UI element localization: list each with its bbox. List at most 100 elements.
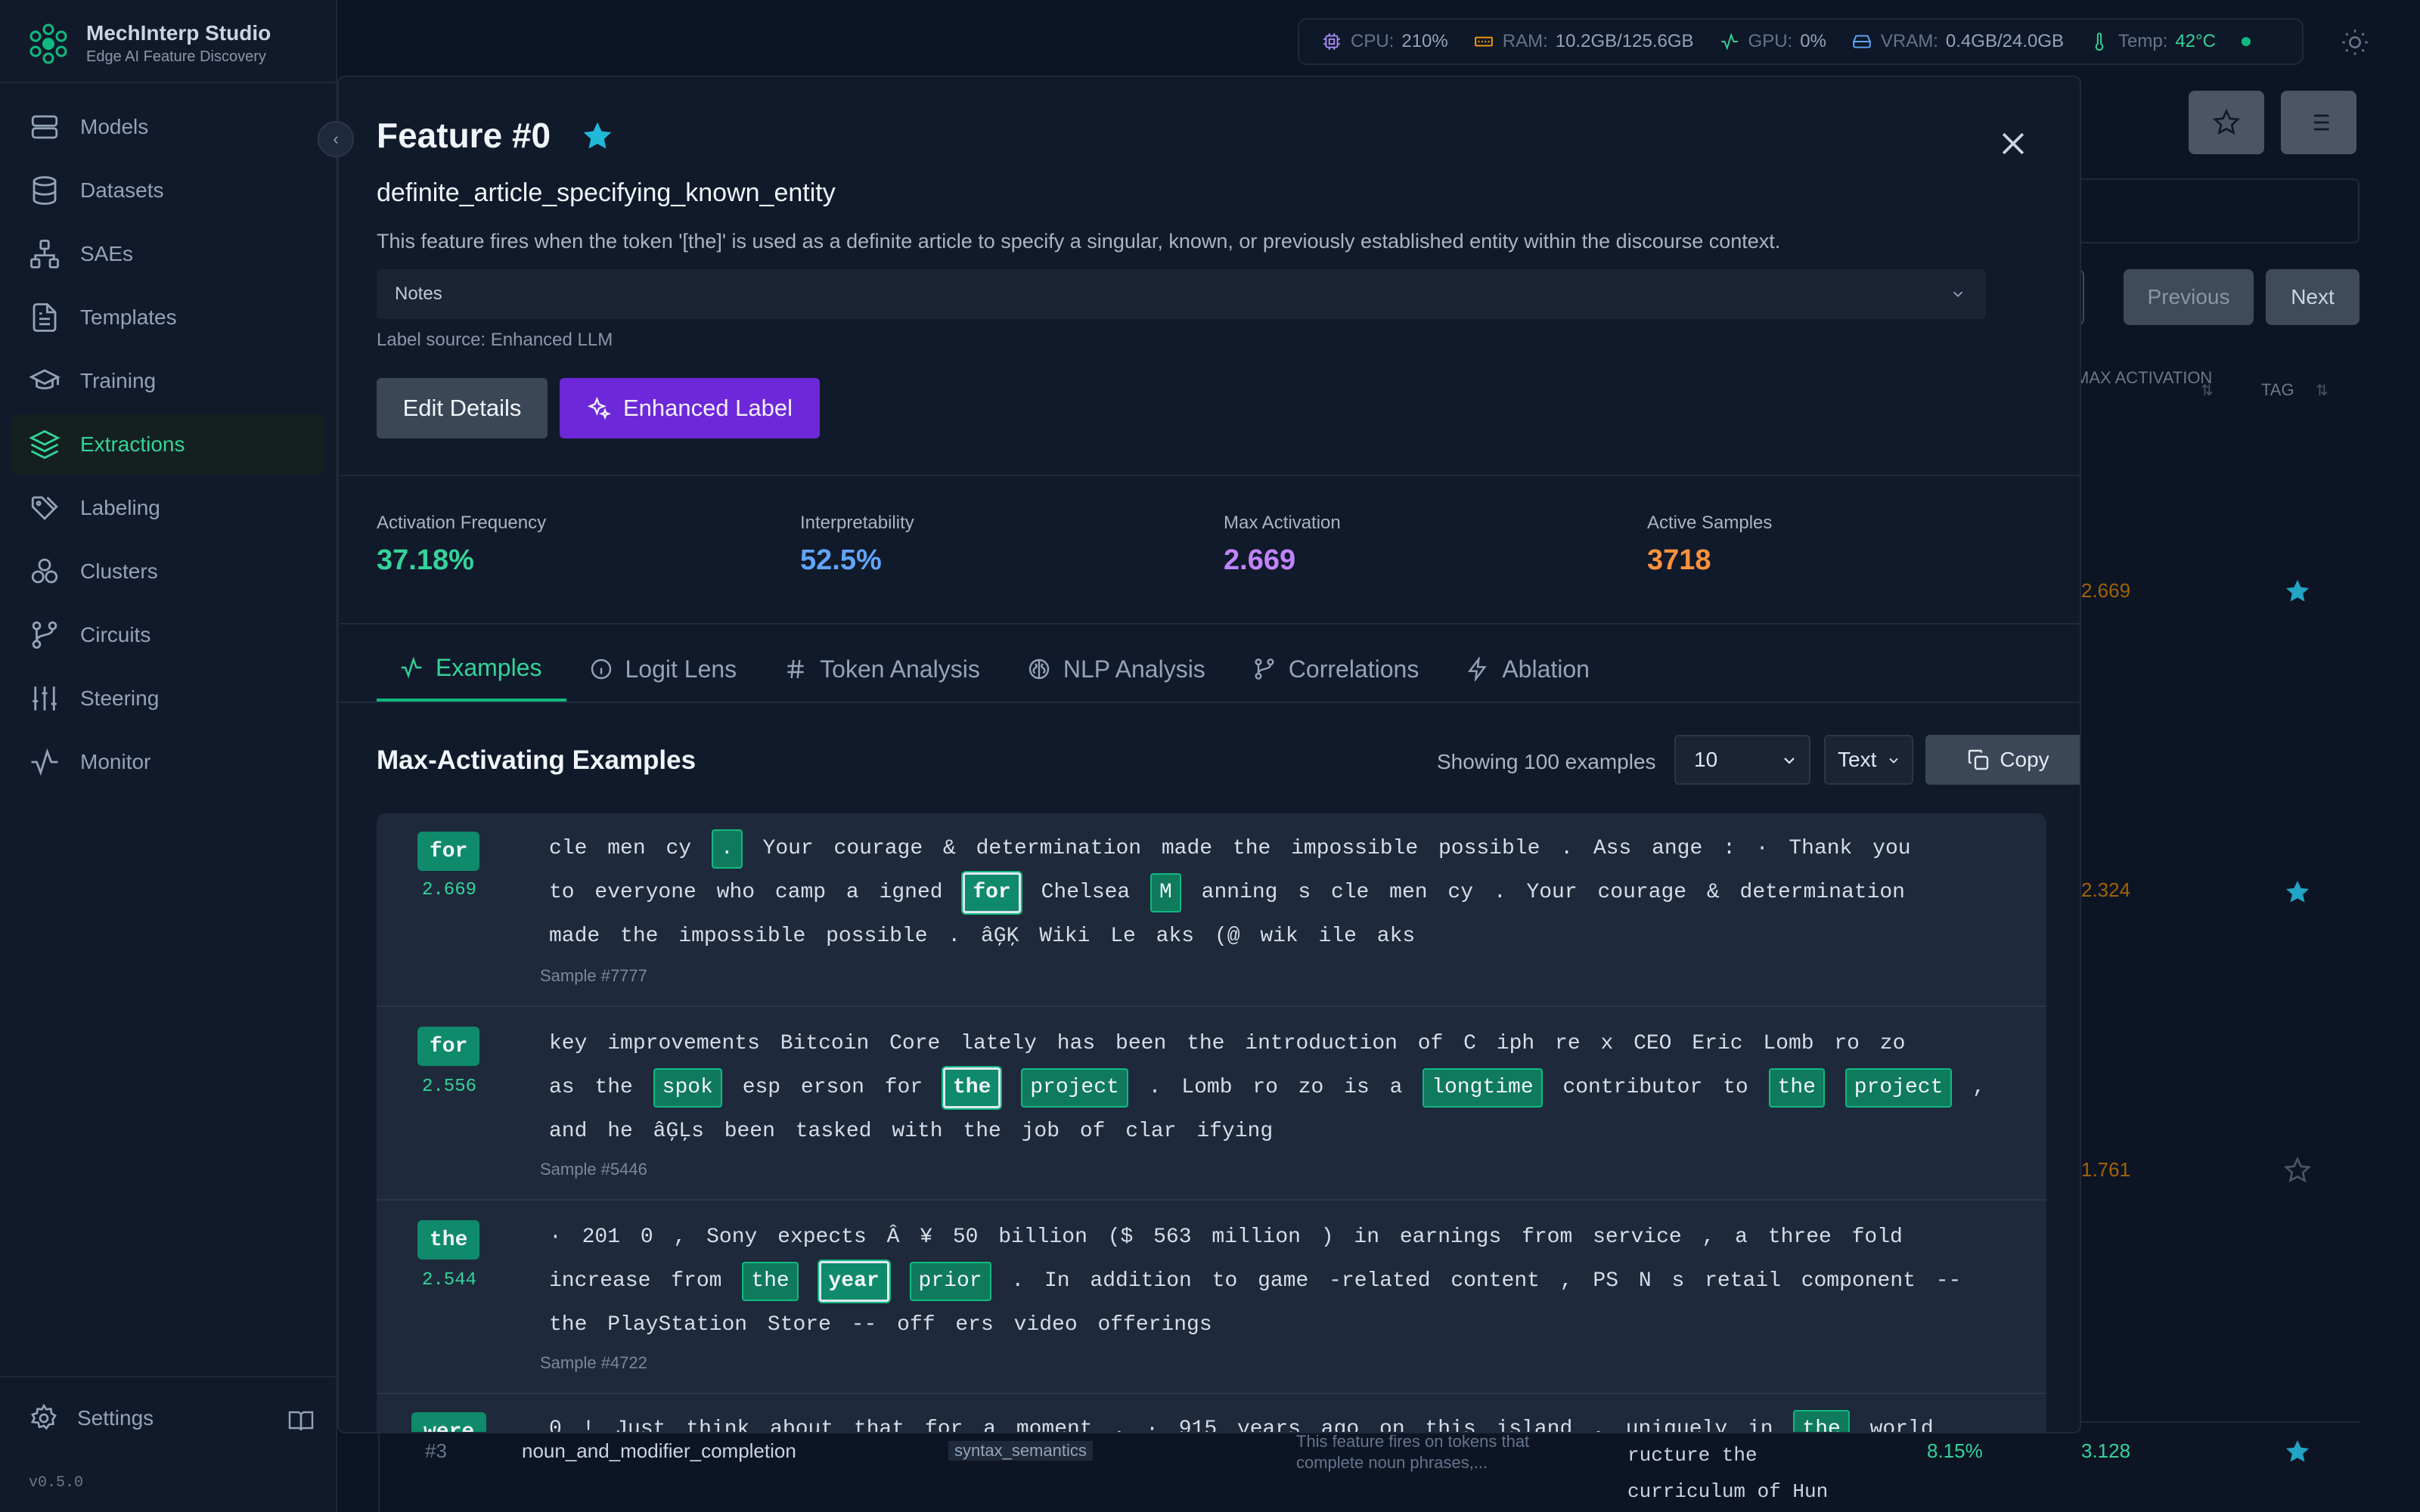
star-filled-icon[interactable] <box>2284 578 2311 605</box>
sidebar-item-extractions[interactable]: Extractions <box>12 414 324 475</box>
list-icon <box>2308 114 2329 131</box>
sidebar-item-saes[interactable]: SAEs <box>12 224 324 284</box>
highlighted-token[interactable]: prior <box>909 1262 991 1301</box>
peak-token[interactable]: the <box>942 1067 1001 1108</box>
tab-token-analysis[interactable]: Token Analysis <box>761 637 1004 702</box>
example-row[interactable]: were 0 ! Just think about that for a mom… <box>377 1394 2046 1433</box>
token: island <box>1496 1418 1573 1433</box>
vram-stat: VRAM: 0.4GB/24.0GB <box>1852 31 2064 52</box>
token: everyone <box>594 881 697 904</box>
hash-icon <box>787 659 804 679</box>
sidebar-item-steering[interactable]: Steering <box>12 668 324 729</box>
status-indicator-dot <box>2242 37 2251 46</box>
book-icon[interactable] <box>287 1408 315 1435</box>
tabs-divider <box>339 702 2080 703</box>
sidebar-item-circuits[interactable]: Circuits <box>12 605 324 665</box>
notes-dropdown[interactable]: Notes <box>377 269 1986 319</box>
sidebar-item-labeling[interactable]: Labeling <box>12 478 324 538</box>
highlighted-token[interactable]: the <box>1793 1410 1850 1432</box>
sidebar-item-training[interactable]: Training <box>12 351 324 411</box>
chevron-down-icon <box>1953 291 1963 298</box>
brand[interactable]: MechInterp Studio Edge AI Feature Discov… <box>27 21 271 66</box>
column-header-tag[interactable]: TAG <box>2261 378 2294 402</box>
sidebar-item-settings[interactable]: Settings <box>29 1403 154 1433</box>
format-select[interactable]: Text <box>1824 735 1913 785</box>
enhanced-label-button[interactable]: Enhanced Label <box>560 378 820 438</box>
example-text: cle men cy . Your courage & determinatio… <box>549 827 2031 959</box>
collapse-sidebar-button[interactable]: ‹ <box>318 121 354 157</box>
sliders-icon <box>33 686 57 711</box>
sidebar-item-templates[interactable]: Templates <box>12 287 324 348</box>
peak-token[interactable]: year <box>818 1261 889 1302</box>
example-token-badge: for <box>417 832 480 871</box>
token: of <box>1417 1032 1444 1055</box>
peak-token[interactable]: for <box>963 872 1021 913</box>
example-row[interactable]: for 2.556 key improvements Bitcoin Core … <box>377 1007 2046 1201</box>
highlighted-token[interactable]: . <box>711 829 743 869</box>
token: ile <box>1318 925 1357 948</box>
highlighted-token[interactable]: M <box>1150 873 1181 912</box>
highlighted-token[interactable]: the <box>742 1262 799 1301</box>
highlighted-token[interactable]: project <box>1021 1068 1128 1108</box>
tab-nlp-analysis[interactable]: NLP Analysis <box>1004 637 1230 702</box>
example-count-select[interactable]: 10 <box>1674 735 1810 785</box>
previous-page-button[interactable]: Previous <box>2124 269 2254 325</box>
highlighted-token[interactable]: project <box>1844 1068 1953 1108</box>
token: component <box>1801 1269 1916 1293</box>
highlighted-token[interactable]: spok <box>653 1068 722 1108</box>
star-filled-icon[interactable] <box>2284 878 2311 906</box>
app-subtitle: Edge AI Feature Discovery <box>86 48 266 65</box>
copy-button[interactable]: Copy <box>1925 735 2080 785</box>
token: introduction <box>1245 1032 1398 1055</box>
metric-active-samples: Active Samples 3718 <box>1647 513 1772 577</box>
tab-ablation[interactable]: Ablation <box>1443 637 1614 702</box>
close-icon[interactable] <box>1996 127 2030 160</box>
token: content <box>1450 1269 1540 1293</box>
sidebar-item-clusters[interactable]: Clusters <box>12 541 324 602</box>
token: Eric <box>1692 1032 1743 1055</box>
feature-search-input[interactable] <box>2072 178 2360 243</box>
sidebar-item-datasets[interactable]: Datasets <box>12 160 324 221</box>
token: Core <box>889 1032 941 1055</box>
cpu-stat: CPU: 210% <box>1322 31 1448 52</box>
favorites-filter-button[interactable] <box>2189 91 2264 154</box>
tab-examples[interactable]: Examples <box>377 637 566 702</box>
graduation-cap-icon <box>29 369 60 390</box>
sort-icon[interactable]: ⇅ <box>2316 381 2328 400</box>
example-row[interactable]: the 2.544 · 201 0 , Sony expects Â ¥ 50 … <box>377 1201 2046 1394</box>
enhanced-label-text: Enhanced Label <box>622 395 793 421</box>
star-outline-icon[interactable] <box>2284 1157 2311 1184</box>
sidebar-item-label: Circuits <box>80 623 151 646</box>
star-filled-icon[interactable] <box>2284 1438 2311 1465</box>
token: s <box>1298 881 1311 904</box>
tab-logit-lens[interactable]: Logit Lens <box>566 637 762 702</box>
token: you <box>1872 837 1911 860</box>
token: (@ <box>1214 925 1240 948</box>
example-row[interactable]: for 2.669 cle men cy . Your courage & de… <box>377 813 2046 1007</box>
list-view-button[interactable] <box>2281 91 2356 154</box>
example-text-line: cle men cy . Your courage & determinatio… <box>549 827 2031 871</box>
highlighted-token[interactable]: the <box>1768 1068 1825 1108</box>
metric-label: Active Samples <box>1647 513 1773 533</box>
token: -- <box>851 1313 877 1337</box>
next-page-button[interactable]: Next <box>2266 269 2360 325</box>
token: C <box>1463 1032 1476 1055</box>
database-icon <box>33 176 57 205</box>
app-name: MechInterp Studio <box>86 21 271 45</box>
edit-details-button[interactable]: Edit Details <box>377 378 548 438</box>
sidebar-item-models[interactable]: Models <box>12 97 324 157</box>
token: , <box>1702 1225 1715 1249</box>
token: determination <box>1739 881 1905 904</box>
token: determination <box>976 837 1142 860</box>
tab-correlations[interactable]: Correlations <box>1230 637 1444 702</box>
token: · <box>549 1225 562 1249</box>
highlighted-token[interactable]: longtime <box>1423 1068 1543 1108</box>
sun-icon[interactable] <box>2340 27 2370 57</box>
token: Ass <box>1593 837 1632 860</box>
token: off <box>897 1313 935 1337</box>
token: Store <box>767 1313 831 1337</box>
example-activation: 2.544 <box>422 1270 477 1290</box>
sidebar-item-monitor[interactable]: Monitor <box>12 732 324 792</box>
sort-icon[interactable]: ⇅ <box>2201 381 2214 400</box>
star-filled-icon[interactable] <box>581 119 614 153</box>
